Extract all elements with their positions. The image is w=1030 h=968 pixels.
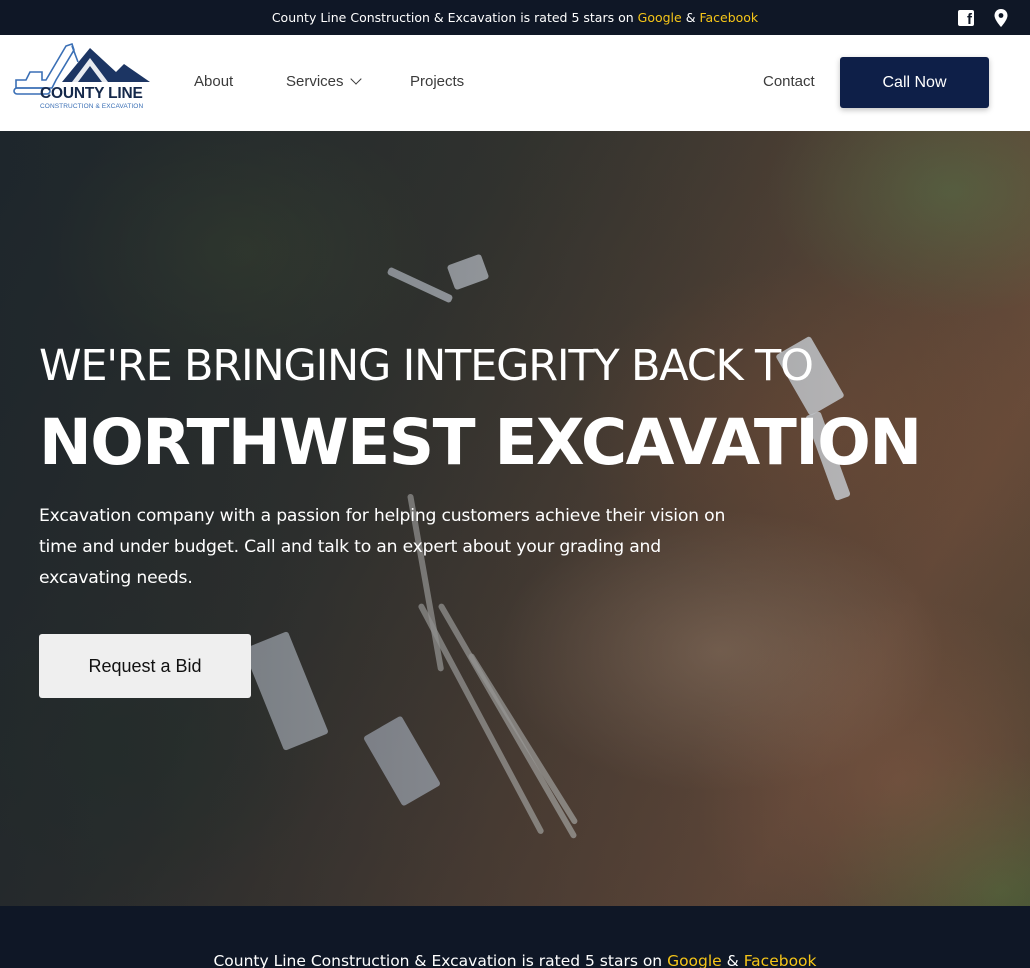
logo-title: COUNTY LINE <box>40 85 143 102</box>
social-icons <box>958 0 1008 35</box>
request-bid-button[interactable]: Request a Bid <box>39 634 251 698</box>
nav-contact[interactable]: Contact <box>763 73 815 90</box>
nav-projects[interactable]: Projects <box>410 73 464 90</box>
call-now-button[interactable]: Call Now <box>840 57 989 108</box>
location-pin-icon[interactable] <box>994 8 1008 27</box>
google-link[interactable]: Google <box>638 10 682 25</box>
nav-about[interactable]: About <box>194 73 233 90</box>
rating-band: County Line Construction & Excavation is… <box>0 906 1030 968</box>
ampersand-bottom: & <box>721 952 744 968</box>
rating-band-text: County Line Construction & Excavation is… <box>0 952 1030 968</box>
hero-heading-line2: NORTHWEST EXCAVATION <box>39 406 922 479</box>
nav-services-label: Services <box>286 73 344 90</box>
hero-section: WE'RE BRINGING INTEGRITY BACK TO NORTHWE… <box>0 131 1030 906</box>
ampersand: & <box>681 10 700 25</box>
chevron-down-icon <box>349 73 362 85</box>
company-logo[interactable]: COUNTY LINE CONSTRUCTION & EXCAVATION <box>12 42 152 112</box>
nav-services[interactable]: Services <box>286 73 362 90</box>
facebook-link[interactable]: Facebook <box>699 10 758 25</box>
facebook-link-bottom[interactable]: Facebook <box>744 952 817 968</box>
site-header: COUNTY LINE CONSTRUCTION & EXCAVATION Ab… <box>0 35 1030 131</box>
facebook-icon[interactable] <box>958 9 974 28</box>
hero-description: Excavation company with a passion for he… <box>39 506 726 588</box>
rating-announcement: County Line Construction & Excavation is… <box>272 10 758 25</box>
google-link-bottom[interactable]: Google <box>667 952 722 968</box>
top-announcement-bar: County Line Construction & Excavation is… <box>0 0 1030 35</box>
hero-heading-line1: WE'RE BRINGING INTEGRITY BACK TO <box>39 341 814 391</box>
rating-band-prefix: County Line Construction & Excavation is… <box>213 952 668 968</box>
logo-subtitle: CONSTRUCTION & EXCAVATION <box>40 103 144 110</box>
rating-text: County Line Construction & Excavation is… <box>271 10 638 25</box>
